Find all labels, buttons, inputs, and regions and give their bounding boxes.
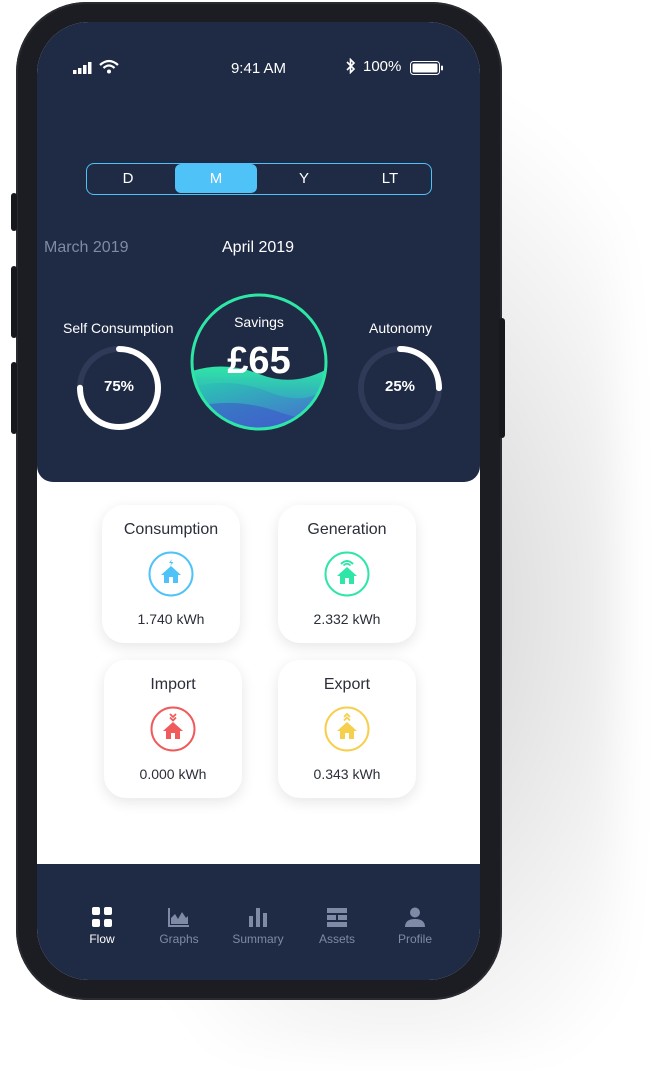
graphs-icon (168, 908, 189, 927)
self-consumption-value: 75% (103, 378, 135, 395)
mute-switch (11, 193, 17, 231)
consumption-value: 1.740 kWh (137, 611, 205, 627)
tab-flow[interactable]: Flow (67, 906, 137, 946)
tab-graphs-label: Graphs (159, 932, 199, 946)
consumption-title: Consumption (123, 521, 219, 538)
generation-card[interactable]: Generation 2.332 kWh (278, 505, 416, 643)
export-card[interactable]: Export 0.343 kWh (278, 660, 416, 798)
generation-value: 2.332 kWh (313, 611, 381, 627)
autonomy-value: 25% (384, 378, 416, 395)
tab-summary-label: Summary (232, 932, 284, 946)
tab-summary[interactable]: Summary (223, 906, 293, 946)
generation-title: Generation (307, 521, 387, 538)
battery-percentage: 100% (363, 58, 402, 75)
bluetooth-icon (346, 58, 356, 74)
period-option-month[interactable]: M (175, 164, 257, 193)
summary-panel: 9:41 AM 100% D M Y LT March 2019 April 2… (37, 22, 480, 482)
export-house-icon (324, 706, 370, 752)
import-value: 0.000 kWh (139, 766, 207, 782)
tab-assets[interactable]: Assets (302, 906, 372, 946)
current-month: April 2019 (222, 239, 295, 256)
consumption-card[interactable]: Consumption 1.740 kWh (102, 505, 240, 643)
import-house-icon (150, 706, 196, 752)
summary-icon (249, 908, 267, 927)
app-screen: 9:41 AM 100% D M Y LT March 2019 April 2… (37, 22, 480, 980)
volume-up-button (11, 266, 17, 338)
self-consumption-label: Self Consumption (63, 320, 174, 336)
profile-icon (405, 907, 425, 927)
status-bar: 9:41 AM 100% (37, 22, 480, 82)
period-option-year[interactable]: Y (263, 164, 345, 193)
autonomy-label: Autonomy (369, 320, 433, 336)
period-option-lifetime[interactable]: LT (349, 164, 431, 193)
generation-house-icon (324, 551, 370, 597)
flow-icon (92, 907, 112, 927)
tab-profile-label: Profile (397, 932, 432, 946)
previous-month[interactable]: March 2019 (44, 239, 129, 257)
export-title: Export (323, 676, 371, 693)
period-selector: D M Y LT (86, 163, 432, 195)
battery-icon (410, 61, 443, 75)
bottom-tab-bar: Flow Graphs Summary Assets Profile (37, 864, 480, 980)
assets-icon (327, 908, 347, 927)
savings-circle: Savings £65 (189, 292, 329, 432)
tab-graphs[interactable]: Graphs (144, 906, 214, 946)
period-option-day[interactable]: D (87, 164, 169, 193)
import-card[interactable]: Import 0.000 kWh (104, 660, 242, 798)
power-button (499, 318, 505, 438)
import-title: Import (150, 676, 196, 693)
savings-label: Savings (234, 314, 284, 330)
tab-assets-label: Assets (318, 932, 355, 946)
tab-profile[interactable]: Profile (380, 906, 450, 946)
export-value: 0.343 kWh (313, 766, 381, 782)
volume-down-button (11, 362, 17, 434)
tab-flow-label: Flow (89, 932, 115, 946)
savings-value: £65 (227, 340, 291, 382)
consumption-house-icon (148, 551, 194, 597)
